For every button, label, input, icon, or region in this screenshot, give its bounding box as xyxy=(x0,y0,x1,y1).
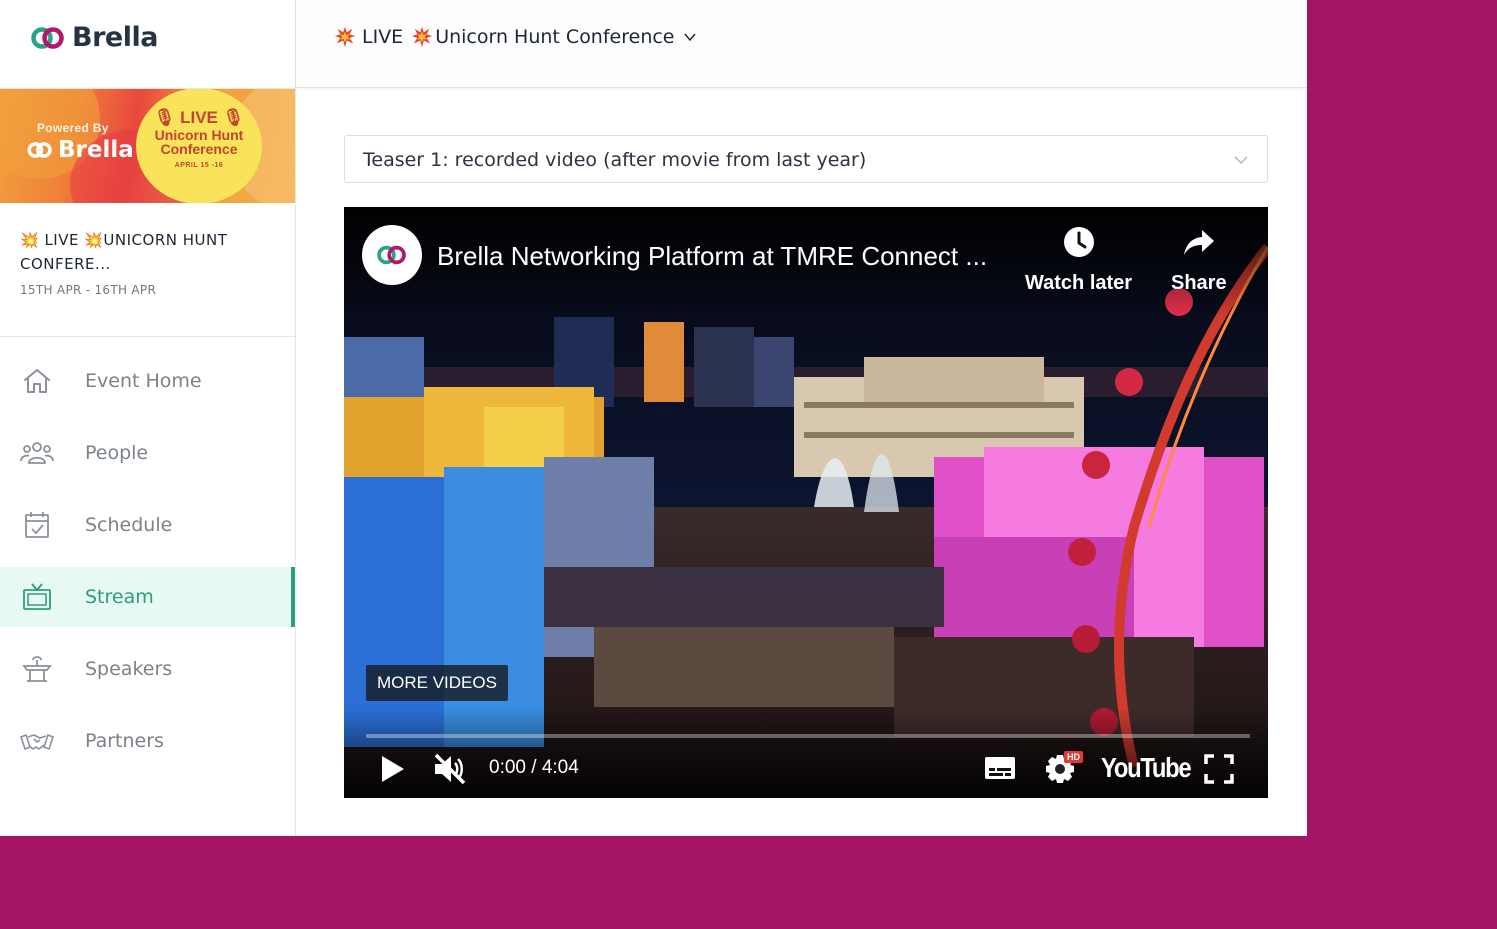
stream-select-value: Teaser 1: recorded video (after movie fr… xyxy=(363,149,867,171)
sidebar-nav: Event Home People Schedule Stream Speake… xyxy=(0,351,296,783)
sidebar-item-label: Stream xyxy=(85,586,154,608)
tv-icon xyxy=(23,583,51,610)
brella-logo-icon xyxy=(377,245,406,265)
stream-select[interactable]: Teaser 1: recorded video (after movie fr… xyxy=(344,135,1268,183)
banner-event-date: APRIL 15 -16 xyxy=(174,162,224,169)
volume-muted-icon[interactable] xyxy=(432,751,468,787)
settings-button[interactable]: HD xyxy=(1044,751,1084,785)
more-videos-button[interactable]: MORE VIDEOS xyxy=(366,665,508,701)
brella-logo-icon xyxy=(31,26,64,49)
subtitles-icon[interactable] xyxy=(984,755,1016,781)
event-banner: Powered By Brella 🎙 LIVE 🎙 Unicorn Hunt … xyxy=(0,89,295,203)
sidebar-item-schedule[interactable]: Schedule xyxy=(0,495,296,555)
event-name: 💥 LIVE 💥UNICORN HUNT CONFERE... xyxy=(20,231,228,273)
banner-event-name-2: Conference xyxy=(160,141,238,157)
banner-powered-by: Powered By xyxy=(37,121,109,135)
sidebar-item-label: Event Home xyxy=(85,370,202,392)
banner-brand-text: Brella xyxy=(58,137,134,163)
sidebar-item-label: Partners xyxy=(85,730,164,752)
progress-bar[interactable] xyxy=(366,734,1250,738)
sidebar-item-stream[interactable]: Stream xyxy=(0,567,296,627)
watch-later-label: Watch later xyxy=(1025,272,1133,294)
share-icon xyxy=(1183,230,1214,255)
banner-live-label: 🎙 LIVE 🎙 xyxy=(153,108,245,127)
header-event-title: Unicorn Hunt Conference xyxy=(435,26,675,48)
share-label: Share xyxy=(1171,272,1227,294)
sidebar-item-partners[interactable]: Partners xyxy=(0,711,296,771)
banner-brand: Brella xyxy=(26,137,134,163)
handshake-icon xyxy=(20,733,54,751)
clock-icon xyxy=(1063,227,1094,257)
player-controls: 0:00 / 4:04 HD YouTube xyxy=(344,747,1268,797)
brella-logo[interactable]: Brella xyxy=(30,22,158,53)
people-icon xyxy=(20,442,54,464)
brella-logo-text: Brella xyxy=(72,22,158,53)
watch-later-button[interactable]: Watch later xyxy=(1025,225,1132,295)
youtube-logo[interactable]: YouTube xyxy=(1101,752,1192,784)
channel-avatar[interactable] xyxy=(362,225,422,285)
podium-icon xyxy=(22,656,52,682)
app-window: Brella Powered By Brella 🎙 LIVE 🎙 Unicor… xyxy=(0,0,1307,836)
sidebar-item-people[interactable]: People xyxy=(0,423,296,483)
event-dates: 15TH APR - 16TH APR xyxy=(20,283,157,297)
banner-event-badge: 🎙 LIVE 🎙 Unicorn Hunt Conference APRIL 1… xyxy=(136,89,262,203)
top-header: LIVE Unicorn Hunt Conference xyxy=(296,0,1307,88)
sidebar-item-label: People xyxy=(85,442,149,464)
sidebar-item-label: Speakers xyxy=(85,658,173,680)
hd-badge: HD xyxy=(1064,751,1083,763)
sidebar-item-event-home[interactable]: Event Home xyxy=(0,351,296,411)
chevron-down-icon xyxy=(1234,156,1248,164)
video-player[interactable]: Brella Networking Platform at TMRE Conne… xyxy=(344,207,1268,798)
calendar-icon xyxy=(25,512,49,538)
share-button[interactable]: Share xyxy=(1171,225,1227,295)
collision-icon xyxy=(412,26,433,48)
sidebar-item-speakers[interactable]: Speakers xyxy=(0,639,296,699)
home-icon xyxy=(24,369,50,393)
header-live-label: LIVE xyxy=(362,26,404,48)
fullscreen-icon[interactable] xyxy=(1204,754,1234,784)
brella-logo-icon xyxy=(27,142,52,158)
divider xyxy=(0,336,296,337)
sidebar: Brella Powered By Brella 🎙 LIVE 🎙 Unicor… xyxy=(0,0,296,836)
collision-icon xyxy=(334,26,356,48)
event-switcher[interactable]: LIVE Unicorn Hunt Conference xyxy=(334,26,697,48)
chevron-down-icon xyxy=(683,33,696,42)
time-display: 0:00 / 4:04 xyxy=(489,757,579,778)
banner-event-name-1: Unicorn Hunt xyxy=(154,127,244,143)
sidebar-item-label: Schedule xyxy=(85,514,173,536)
video-title[interactable]: Brella Networking Platform at TMRE Conne… xyxy=(437,241,987,272)
play-icon[interactable] xyxy=(380,755,406,783)
